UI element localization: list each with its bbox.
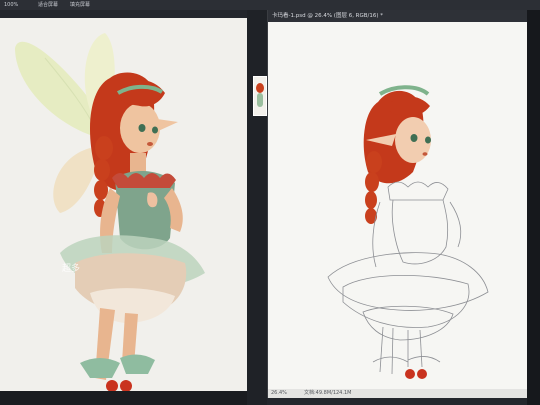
- bezel-bottom-left: [0, 391, 247, 405]
- top-toolbar: 100% 适合屏幕 填充屏幕: [0, 0, 540, 10]
- photo-of-monitor: 100% 适合屏幕 填充屏幕 超多 卡玛看-1.psd @ 26.4% (图层 …: [0, 0, 540, 405]
- status-zoom[interactable]: 26.4%: [271, 389, 287, 398]
- bezel-right: [527, 10, 540, 405]
- navigator-thumbnail[interactable]: [253, 76, 267, 116]
- status-doc-size: 文档:49.8M/124.1M: [304, 390, 352, 396]
- fill-screen-button[interactable]: 填充屏幕: [70, 0, 90, 10]
- panel-gutter: [247, 10, 267, 405]
- watermark-text: 超多: [62, 264, 81, 274]
- thumbnail-hair-shape: [256, 83, 264, 93]
- fit-screen-button[interactable]: 适合屏幕: [38, 0, 58, 10]
- zoom-level-left: 100%: [4, 2, 19, 8]
- thumbnail-body-shape: [257, 93, 263, 107]
- document-tab-title: 卡玛看-1.psd @ 26.4% (图层 6, RGB/16) *: [272, 13, 384, 19]
- left-canvas[interactable]: 超多: [0, 18, 247, 391]
- lineart-fairy-illustration: [327, 85, 489, 379]
- colored-fairy-illustration: [15, 33, 205, 391]
- status-bar: 26.4% 文档:49.8M/124.1M: [268, 389, 528, 398]
- right-document-window[interactable]: 卡玛看-1.psd @ 26.4% (图层 6, RGB/16) * 26.4%…: [267, 10, 528, 398]
- document-tab[interactable]: 卡玛看-1.psd @ 26.4% (图层 6, RGB/16) *: [268, 10, 528, 22]
